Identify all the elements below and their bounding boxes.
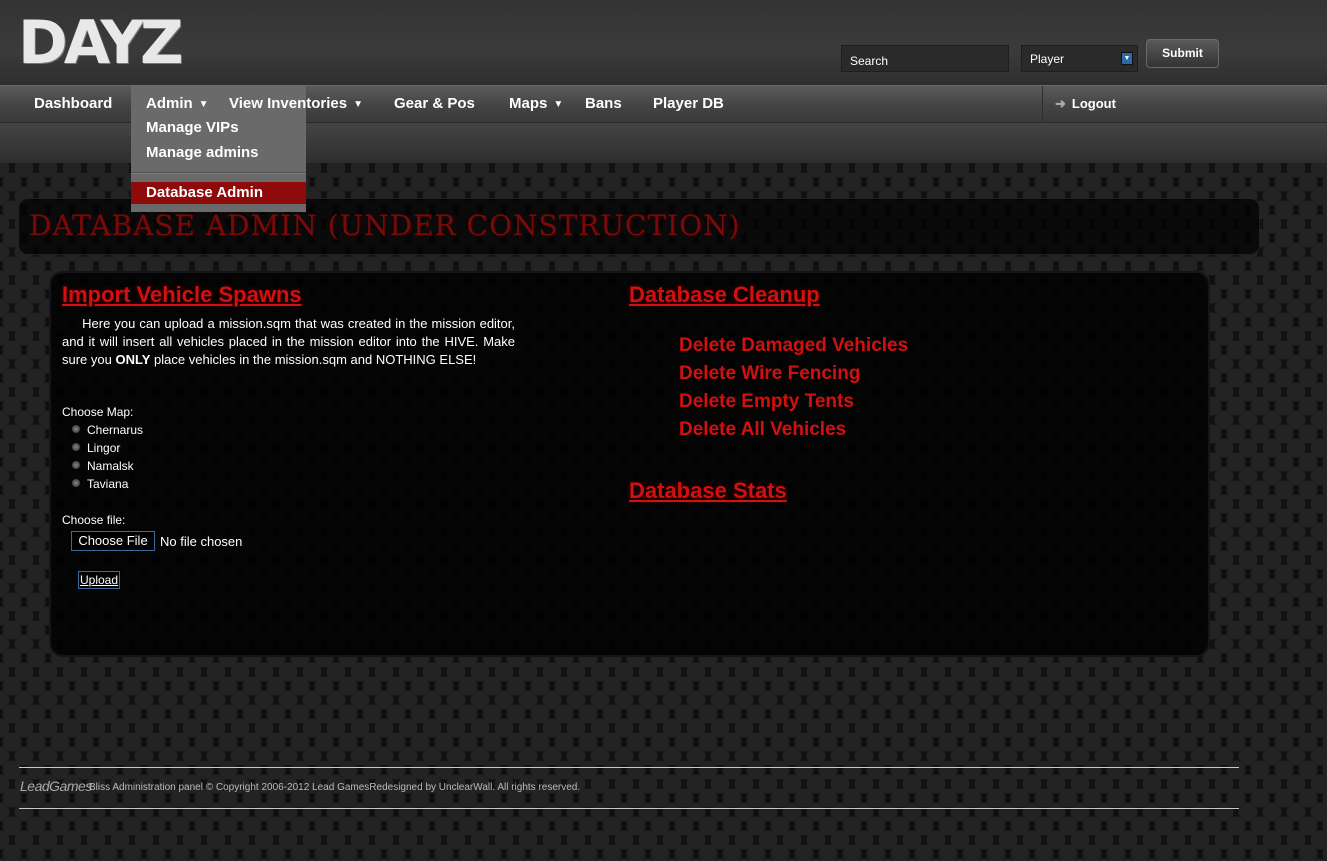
delete-all-vehicles-link[interactable]: Delete All Vehicles <box>679 419 846 441</box>
caret-down-icon: ▼ <box>553 99 564 110</box>
nav-dashboard[interactable]: Dashboard <box>34 95 112 112</box>
radio-button[interactable] <box>72 461 80 469</box>
menu-item-database-admin[interactable]: Database Admin <box>131 182 306 204</box>
database-cleanup-title[interactable]: Database Cleanup <box>629 282 820 308</box>
choose-file-button[interactable]: Choose File <box>71 531 155 551</box>
radio-button[interactable] <box>72 425 80 433</box>
nav-maps-label: Maps <box>509 95 548 112</box>
arrow-right-icon: ➜ <box>1055 96 1066 111</box>
header: DAYZ Player ▼ Submit <box>0 0 1327 85</box>
choose-file-label: Choose file: <box>62 513 126 527</box>
nav-bans[interactable]: Bans <box>585 95 622 112</box>
footer-divider-bottom <box>19 808 1239 809</box>
import-vehicle-spawns-title[interactable]: Import Vehicle Spawns <box>62 282 302 308</box>
menu-item-manage-vips[interactable]: Manage VIPs <box>146 119 239 136</box>
page-title: Database Admin (Under Construction) <box>29 209 741 242</box>
submit-button[interactable]: Submit <box>1146 39 1219 68</box>
map-radio-label: Chernarus <box>87 423 144 437</box>
nav-player-db-label: Player DB <box>653 95 724 112</box>
nav-admin[interactable]: Admin ▼ <box>146 95 209 112</box>
map-radio-chernarus[interactable]: Chernarus <box>72 423 143 437</box>
leadgames-logo: LeadGames <box>20 778 92 794</box>
import-description: Here you can upload a mission.sqm that w… <box>62 315 515 369</box>
nav-view-inventories-label: View Inventories <box>229 95 348 112</box>
map-radio-namalsk[interactable]: Namalsk <box>72 459 134 473</box>
delete-damaged-vehicles-link[interactable]: Delete Damaged Vehicles <box>679 335 908 357</box>
menu-item-database-admin-label: Database Admin <box>146 184 263 201</box>
database-stats-title[interactable]: Database Stats <box>629 478 787 504</box>
import-description-part-2: place vehicles in the mission.sqm and NO… <box>150 352 477 367</box>
radio-button[interactable] <box>72 479 80 487</box>
nav-player-db[interactable]: Player DB <box>653 95 724 112</box>
import-description-bold: ONLY <box>115 352 151 367</box>
chevron-down-icon: ▼ <box>1121 52 1133 65</box>
map-radio-label: Taviana <box>87 477 129 491</box>
nav-bans-label: Bans <box>585 95 622 112</box>
nav-gear-pos[interactable]: Gear & Pos <box>394 95 475 112</box>
choose-map-label: Choose Map: <box>62 405 134 419</box>
search-input[interactable] <box>841 45 1009 72</box>
delete-wire-fencing-link[interactable]: Delete Wire Fencing <box>679 363 860 385</box>
nav-view-inventories[interactable]: View Inventories ▼ <box>229 95 363 112</box>
radio-button[interactable] <box>72 443 80 451</box>
nav-maps[interactable]: Maps ▼ <box>509 95 563 112</box>
map-radio-label: Lingor <box>87 441 121 455</box>
file-status: No file chosen <box>160 534 243 549</box>
footer-copyright: Bliss Administration panel © Copyright 2… <box>89 782 581 793</box>
caret-down-icon: ▼ <box>353 99 364 110</box>
menu-divider <box>131 172 306 174</box>
footer-divider-top <box>19 767 1239 768</box>
logout-label: Logout <box>1071 96 1116 111</box>
upload-button[interactable]: Upload <box>78 571 120 589</box>
caret-down-icon: ▼ <box>198 99 209 110</box>
dayz-logo[interactable]: DAYZ <box>18 8 183 78</box>
map-radio-taviana[interactable]: Taviana <box>72 477 128 491</box>
logo-text: DAYZ <box>18 8 183 78</box>
menu-item-manage-admins[interactable]: Manage admins <box>146 144 259 161</box>
nav-dashboard-label: Dashboard <box>34 95 113 112</box>
delete-empty-tents-link[interactable]: Delete Empty Tents <box>679 391 854 413</box>
nav-admin-label: Admin <box>146 95 193 112</box>
nav-gear-pos-label: Gear & Pos <box>394 95 475 112</box>
player-select[interactable]: Player ▼ <box>1021 45 1138 72</box>
map-radio-label: Namalsk <box>87 459 134 473</box>
admin-dropdown: Manage VIPs Manage admins Database Admin <box>131 116 306 212</box>
logout-link[interactable]: ➜ Logout <box>1042 86 1116 124</box>
map-radio-lingor[interactable]: Lingor <box>72 441 120 455</box>
player-select-value: Player <box>1030 52 1065 66</box>
